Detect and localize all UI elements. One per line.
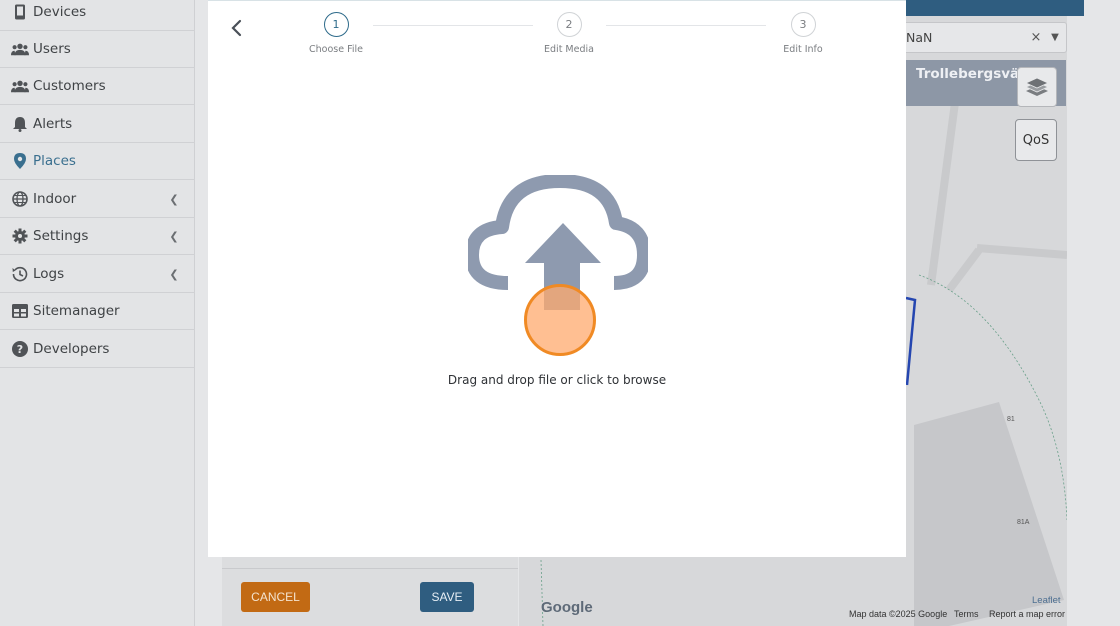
- step-number: 2: [556, 12, 582, 37]
- step-number: 3: [790, 12, 816, 37]
- step-choose-file[interactable]: 1 Choose File: [296, 12, 376, 55]
- step-number: 1: [323, 12, 349, 37]
- file-dropzone[interactable]: [208, 150, 906, 410]
- step-label: Edit Media: [544, 44, 594, 55]
- back-button[interactable]: [226, 15, 246, 41]
- stepper-connector: [606, 25, 766, 26]
- step-edit-info[interactable]: 3 Edit Info: [763, 12, 843, 55]
- step-label: Choose File: [309, 44, 363, 55]
- dropzone-text: Drag and drop file or click to browse: [447, 373, 667, 387]
- click-indicator: [524, 284, 596, 356]
- stepper-connector: [373, 25, 533, 26]
- chevron-left-icon: [231, 19, 242, 37]
- step-label: Edit Info: [783, 44, 823, 55]
- step-edit-media[interactable]: 2 Edit Media: [529, 12, 609, 55]
